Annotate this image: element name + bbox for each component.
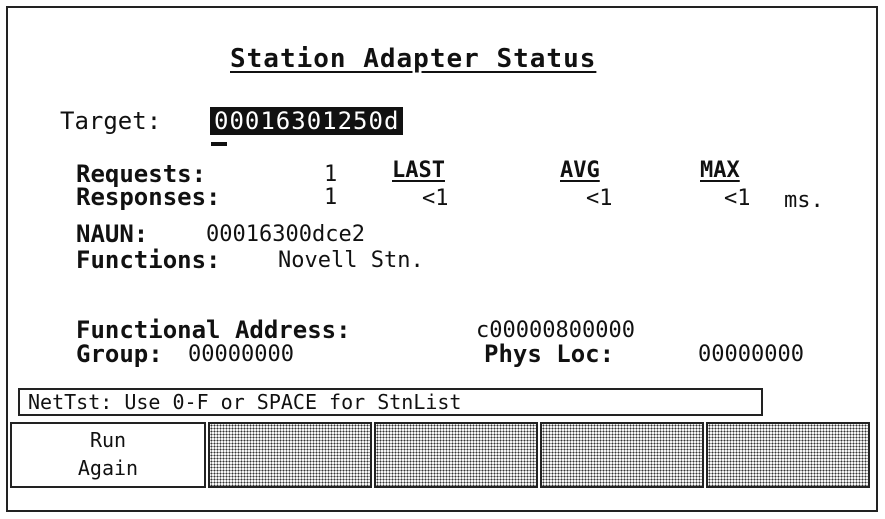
phys-loc-label: Phys Loc:	[484, 340, 615, 368]
responses-label: Responses:	[76, 183, 221, 211]
functions-value: Novell Stn.	[278, 248, 424, 273]
unit-label: ms.	[784, 188, 824, 213]
softkey-4[interactable]	[540, 422, 704, 488]
responses-value: 1	[324, 185, 338, 210]
naun-value: 00016300dce2	[206, 222, 365, 247]
group-label: Group:	[76, 340, 163, 368]
last-value: <1	[422, 186, 449, 211]
functions-label: Functions:	[76, 246, 221, 274]
header-avg: AVG	[560, 158, 600, 183]
requests-value: 1	[324, 162, 338, 187]
avg-value: <1	[586, 186, 613, 211]
naun-label: NAUN:	[76, 220, 149, 248]
target-input[interactable]: 00016301250d	[210, 107, 404, 135]
run-again-label: Run Again	[77, 428, 139, 480]
max-value: <1	[724, 186, 751, 211]
softkey-bar: Run Again	[10, 422, 874, 492]
header-max: MAX	[700, 158, 740, 183]
softkey-5[interactable]	[706, 422, 870, 488]
screen: Station Adapter Status Target: 000163012…	[6, 6, 878, 512]
group-value: 00000000	[188, 342, 294, 367]
phys-loc-value: 00000000	[698, 342, 804, 367]
run-again-button[interactable]: Run Again	[10, 422, 206, 488]
page-title: Station Adapter Status	[230, 44, 597, 74]
softkey-2[interactable]	[208, 422, 372, 488]
header-last: LAST	[392, 158, 445, 183]
status-line: NetTst: Use 0-F or SPACE for StnList	[18, 388, 763, 416]
softkey-3[interactable]	[374, 422, 538, 488]
text-cursor	[211, 142, 227, 146]
target-label: Target:	[60, 107, 162, 135]
